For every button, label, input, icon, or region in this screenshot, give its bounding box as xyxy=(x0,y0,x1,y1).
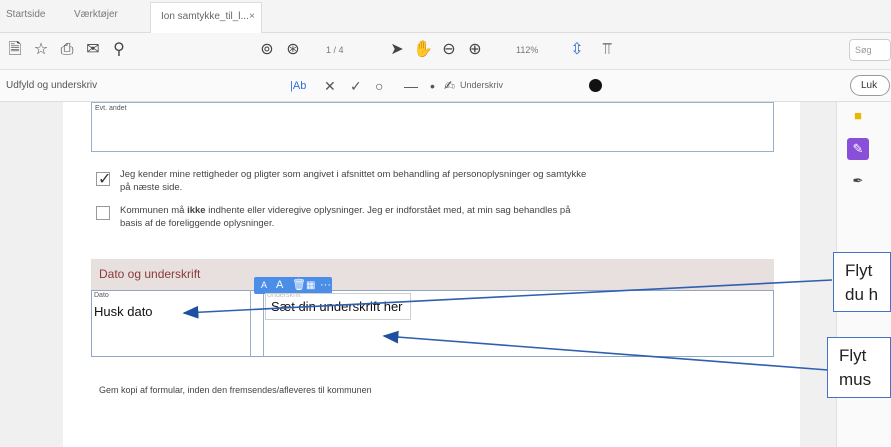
municipality-text-line-2: basis af de foreliggende oplysninger. xyxy=(120,218,275,229)
zoom-level[interactable]: 112% xyxy=(516,45,538,55)
pdf-page: Evt. andet ✓ Jeg kender mine rettigheder… xyxy=(63,102,800,447)
consent-text-line-2: på næste side. xyxy=(120,182,183,193)
signature-text-box[interactable]: Sæt din underskrift her xyxy=(265,293,411,320)
sign-button[interactable]: Underskriv xyxy=(460,80,503,90)
search-input[interactable]: Søg xyxy=(849,39,891,61)
callout-date: Flyt du h xyxy=(833,252,891,312)
font-larger-icon[interactable]: A xyxy=(276,277,283,294)
fit-page-icon[interactable]: ⇳ xyxy=(566,39,588,61)
main-toolbar: 🗎 ☆ ⎙ ✉ ⚲ ⊚ ⊛ 1 / 4 ➤ ✋ ⊖ ⊕ 112% ⇳ ⫪ Søg xyxy=(0,33,891,70)
select-cursor-icon[interactable]: ➤ xyxy=(386,39,408,61)
circle-icon[interactable]: ○ xyxy=(375,76,383,96)
zoom-out-icon[interactable]: ⊖ xyxy=(438,39,460,61)
consent-text-line-1: Jeg kender mine rettigheder og pligter s… xyxy=(120,169,587,180)
other-field-label: Evt. andet xyxy=(95,105,127,112)
consent-checkbox[interactable]: ✓ xyxy=(96,171,112,188)
date-label: Dato xyxy=(94,292,109,299)
tab-bar: Startside Værktøjer Ion samtykke_til_l..… xyxy=(0,0,891,33)
bookmark-star-icon[interactable]: ☆ xyxy=(30,39,52,61)
hand-tool-icon[interactable]: ✋ xyxy=(412,39,434,61)
line-icon[interactable]: — xyxy=(404,76,418,96)
zoom-in-icon[interactable]: ⊕ xyxy=(464,39,486,61)
comment-icon[interactable]: ■ xyxy=(847,105,869,127)
add-text-tool[interactable]: |Ab xyxy=(290,76,306,96)
signature-value[interactable]: Sæt din underskrift her xyxy=(271,299,403,314)
save-icon[interactable]: 🗎 xyxy=(4,39,26,61)
email-icon[interactable]: ✉ xyxy=(82,39,104,61)
section-title: Dato og underskrift xyxy=(99,267,201,281)
cross-mark-icon[interactable]: ✕ xyxy=(324,76,336,96)
callout-signature: Flyt mus xyxy=(827,337,891,398)
municipality-text-pre: Kommunen må xyxy=(120,205,188,216)
field-type-icon[interactable]: ▦ xyxy=(306,277,315,294)
date-cell[interactable]: Dato Husk dato xyxy=(91,290,251,357)
municipality-text-bold: ikke xyxy=(187,205,206,216)
municipality-text-line-1: Kommunen må ikke indhente eller videregi… xyxy=(120,204,570,217)
municipality-text: Kommunen må ikke indhente eller videregi… xyxy=(120,204,570,230)
font-smaller-icon[interactable]: A xyxy=(261,277,267,294)
tab-document-label: Ion samtykke_til_l... xyxy=(161,11,249,22)
edit-pen-icon[interactable]: ✒ xyxy=(847,170,869,192)
fill-sign-title: Udfyld og underskriv xyxy=(6,80,98,91)
page-up-icon[interactable]: ⊚ xyxy=(256,39,278,61)
other-field[interactable]: Evt. andet xyxy=(91,102,774,152)
color-picker-swatch[interactable] xyxy=(589,79,602,92)
print-icon[interactable]: ⎙ xyxy=(56,39,78,61)
search-icon[interactable]: ⚲ xyxy=(108,39,130,61)
check-mark-icon[interactable]: ✓ xyxy=(350,76,362,96)
tab-tools[interactable]: Værktøjer xyxy=(74,9,118,20)
fill-sign-toolbar: Udfyld og underskriv |Ab ✕ ✓ ○ — • ✍ Und… xyxy=(0,70,891,102)
delete-icon[interactable]: 🗑 xyxy=(292,277,306,294)
page-indicator[interactable]: 1 / 4 xyxy=(326,45,344,55)
callout-signature-text: Flyt mus xyxy=(839,346,872,389)
tab-home[interactable]: Startside xyxy=(6,9,45,20)
fill-sign-icon[interactable]: ✎ xyxy=(847,138,869,160)
check-mark-icon: ✓ xyxy=(98,171,112,188)
footer-note: Gem kopi af formular, inden den fremsend… xyxy=(99,385,372,395)
close-icon[interactable]: × xyxy=(249,11,255,22)
text-edit-toolbar: A A 🗑 ▦ ··· xyxy=(254,277,332,294)
dot-icon[interactable]: • xyxy=(430,76,435,96)
callout-date-text: Flyt du h xyxy=(845,261,879,304)
close-button[interactable]: Luk xyxy=(850,75,890,96)
tab-document[interactable]: Ion samtykke_til_l... × xyxy=(150,2,262,33)
document-viewer[interactable]: Evt. andet ✓ Jeg kender mine rettigheder… xyxy=(0,102,836,447)
consent-text: Jeg kender mine rettigheder og pligter s… xyxy=(120,168,586,194)
municipality-text-post: indhente eller videregive oplysninger. J… xyxy=(205,205,571,216)
scroll-mode-icon[interactable]: ⫪ xyxy=(596,39,618,61)
section-header: Dato og underskrift xyxy=(91,259,774,292)
pen-icon: ✍ xyxy=(444,78,455,93)
page-down-icon[interactable]: ⊛ xyxy=(282,39,304,61)
more-options-icon[interactable]: ··· xyxy=(320,277,331,294)
date-value[interactable]: Husk dato xyxy=(94,304,153,319)
municipality-checkbox[interactable] xyxy=(96,206,110,220)
